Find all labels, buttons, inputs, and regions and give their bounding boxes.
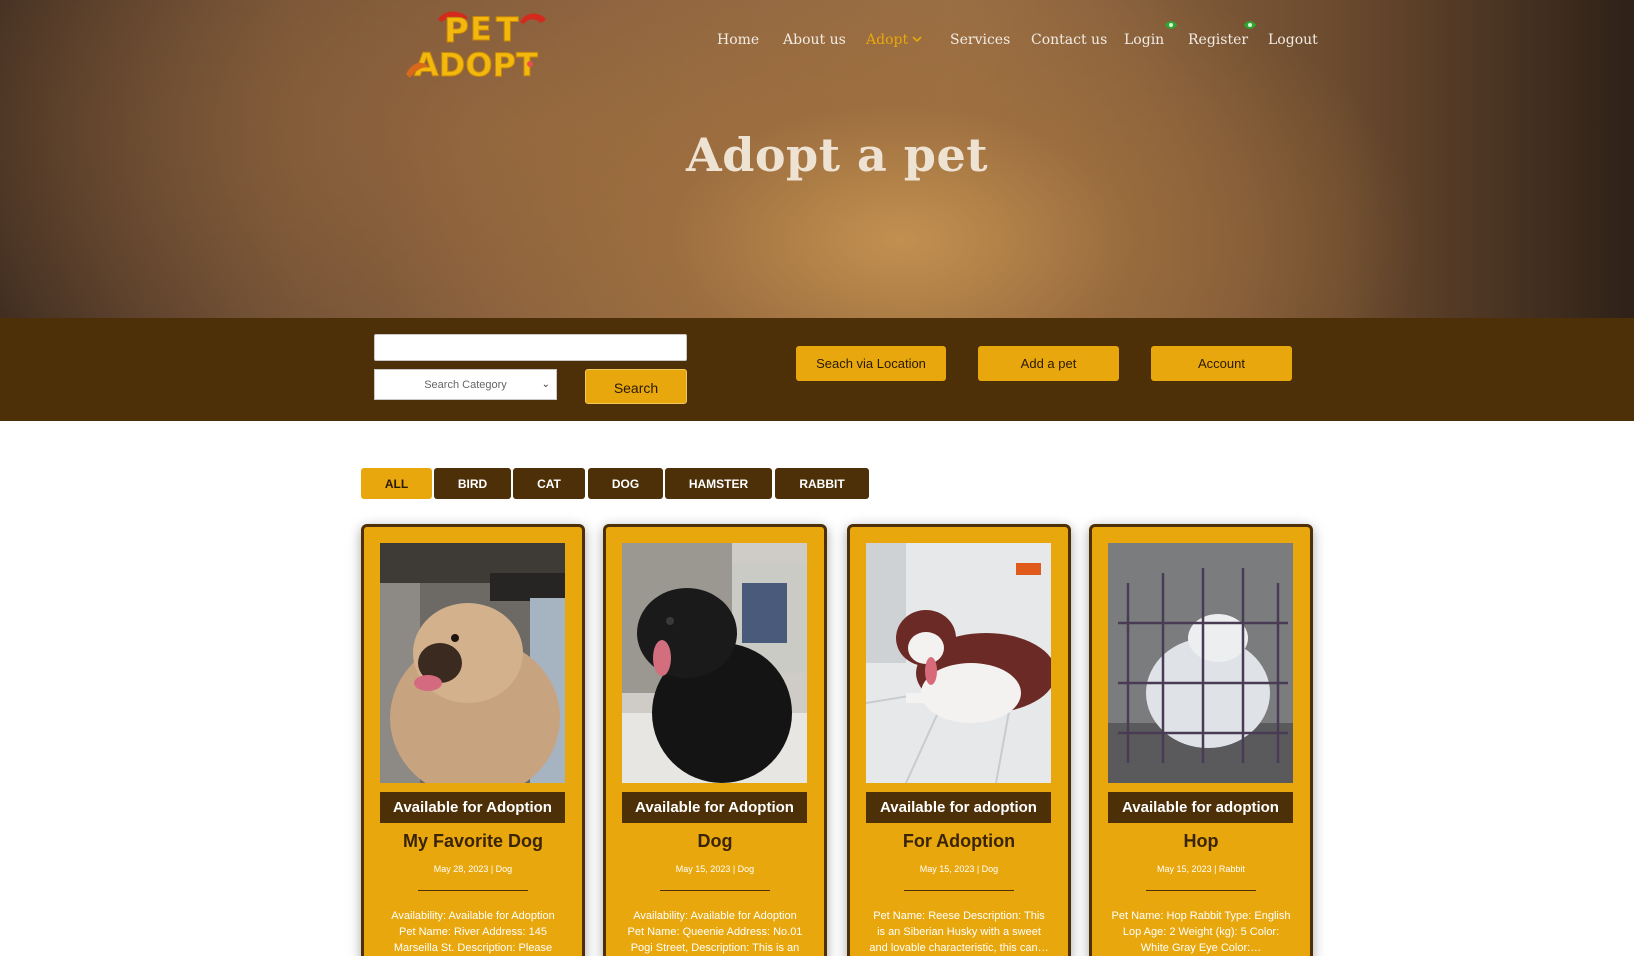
divider xyxy=(660,890,770,891)
pet-photo[interactable] xyxy=(622,543,807,783)
pet-adopt-logo[interactable]: P E T ADOPT xyxy=(404,4,574,80)
filter-dog[interactable]: DOG xyxy=(588,468,663,499)
search-input[interactable] xyxy=(374,334,687,361)
search-bar: Search Category ⌄ Search Seach via Locat… xyxy=(0,318,1634,421)
divider xyxy=(1146,890,1256,891)
filter-hamster[interactable]: HAMSTER xyxy=(665,468,772,499)
category-select[interactable]: Search Category ⌄ xyxy=(374,369,557,400)
pet-description: Availability: Available for Adoption Pet… xyxy=(627,910,803,954)
nav-register-label: Register xyxy=(1188,32,1249,48)
pet-description: Pet Name: Reese Description: This is an … xyxy=(869,910,1049,954)
pet-card[interactable]: Available for Adoption My Favorite Dog M… xyxy=(361,524,585,956)
add-a-pet-button[interactable]: Add a pet xyxy=(978,346,1119,381)
nav-adopt[interactable]: Adopt xyxy=(866,32,922,48)
account-button[interactable]: Account xyxy=(1151,346,1292,381)
pet-title[interactable]: Hop xyxy=(1092,831,1310,852)
svg-text:P: P xyxy=(444,11,469,51)
filter-rabbit[interactable]: RABBIT xyxy=(775,468,869,499)
filter-cat[interactable]: CAT xyxy=(513,468,585,499)
filter-all[interactable]: ALL xyxy=(361,468,432,499)
filter-bird[interactable]: BIRD xyxy=(434,468,511,499)
svg-text:E: E xyxy=(470,10,492,48)
pet-title[interactable]: Dog xyxy=(606,831,824,852)
search-button[interactable]: Search xyxy=(585,369,687,404)
nav-adopt-label: Adopt xyxy=(866,32,909,48)
availability-badge: Available for adoption xyxy=(866,792,1051,823)
hero-banner: P E T ADOPT Home About us Adopt Services… xyxy=(0,0,1634,318)
pet-card[interactable]: Available for adoption For Adoption May … xyxy=(847,524,1071,956)
divider xyxy=(418,890,528,891)
page-title: Adopt a pet xyxy=(686,128,988,182)
nav-services[interactable]: Services xyxy=(950,32,1010,48)
pet-meta: May 15, 2023 | Dog xyxy=(919,864,999,874)
availability-badge: Available for Adoption xyxy=(622,792,807,823)
nav-contact-us[interactable]: Contact us xyxy=(1031,32,1107,48)
pet-photo[interactable] xyxy=(1108,543,1293,783)
divider xyxy=(904,890,1014,891)
svg-text:ADOPT: ADOPT xyxy=(414,46,538,80)
chevron-down-icon: ⌄ xyxy=(541,379,550,390)
svg-text:T: T xyxy=(496,10,519,49)
pet-card[interactable]: Available for Adoption Dog May 15, 2023 … xyxy=(603,524,827,956)
pet-description: Availability: Available for Adoption Pet… xyxy=(391,910,555,954)
nav-login-label: Login xyxy=(1124,32,1165,48)
category-select-placeholder: Search Category xyxy=(424,378,507,391)
search-via-location-button[interactable]: Seach via Location xyxy=(796,346,946,381)
pet-photo[interactable] xyxy=(380,543,565,783)
pet-meta: May 28, 2023 | Dog xyxy=(433,864,513,874)
pet-meta: May 15, 2023 | Rabbit xyxy=(1157,864,1245,874)
pet-title[interactable]: For Adoption xyxy=(850,831,1068,852)
pet-title[interactable]: My Favorite Dog xyxy=(364,831,582,852)
pet-meta: May 15, 2023 | Dog xyxy=(675,864,755,874)
nav-login[interactable]: Login xyxy=(1124,21,1177,48)
nav-logout[interactable]: Logout xyxy=(1268,32,1318,48)
availability-badge: Available for adoption xyxy=(1108,792,1293,823)
eye-icon xyxy=(1244,21,1256,29)
pet-photo[interactable] xyxy=(866,543,1051,783)
nav-register[interactable]: Register xyxy=(1188,21,1256,48)
pet-description: Pet Name: Hop Rabbit Type: English Lop A… xyxy=(1111,910,1291,954)
availability-badge: Available for Adoption xyxy=(380,792,565,823)
chevron-down-icon xyxy=(912,36,922,43)
nav-about-us[interactable]: About us xyxy=(783,32,846,48)
nav-home[interactable]: Home xyxy=(717,32,759,48)
eye-icon xyxy=(1165,21,1177,29)
pet-card[interactable]: Available for adoption Hop May 15, 2023 … xyxy=(1089,524,1313,956)
